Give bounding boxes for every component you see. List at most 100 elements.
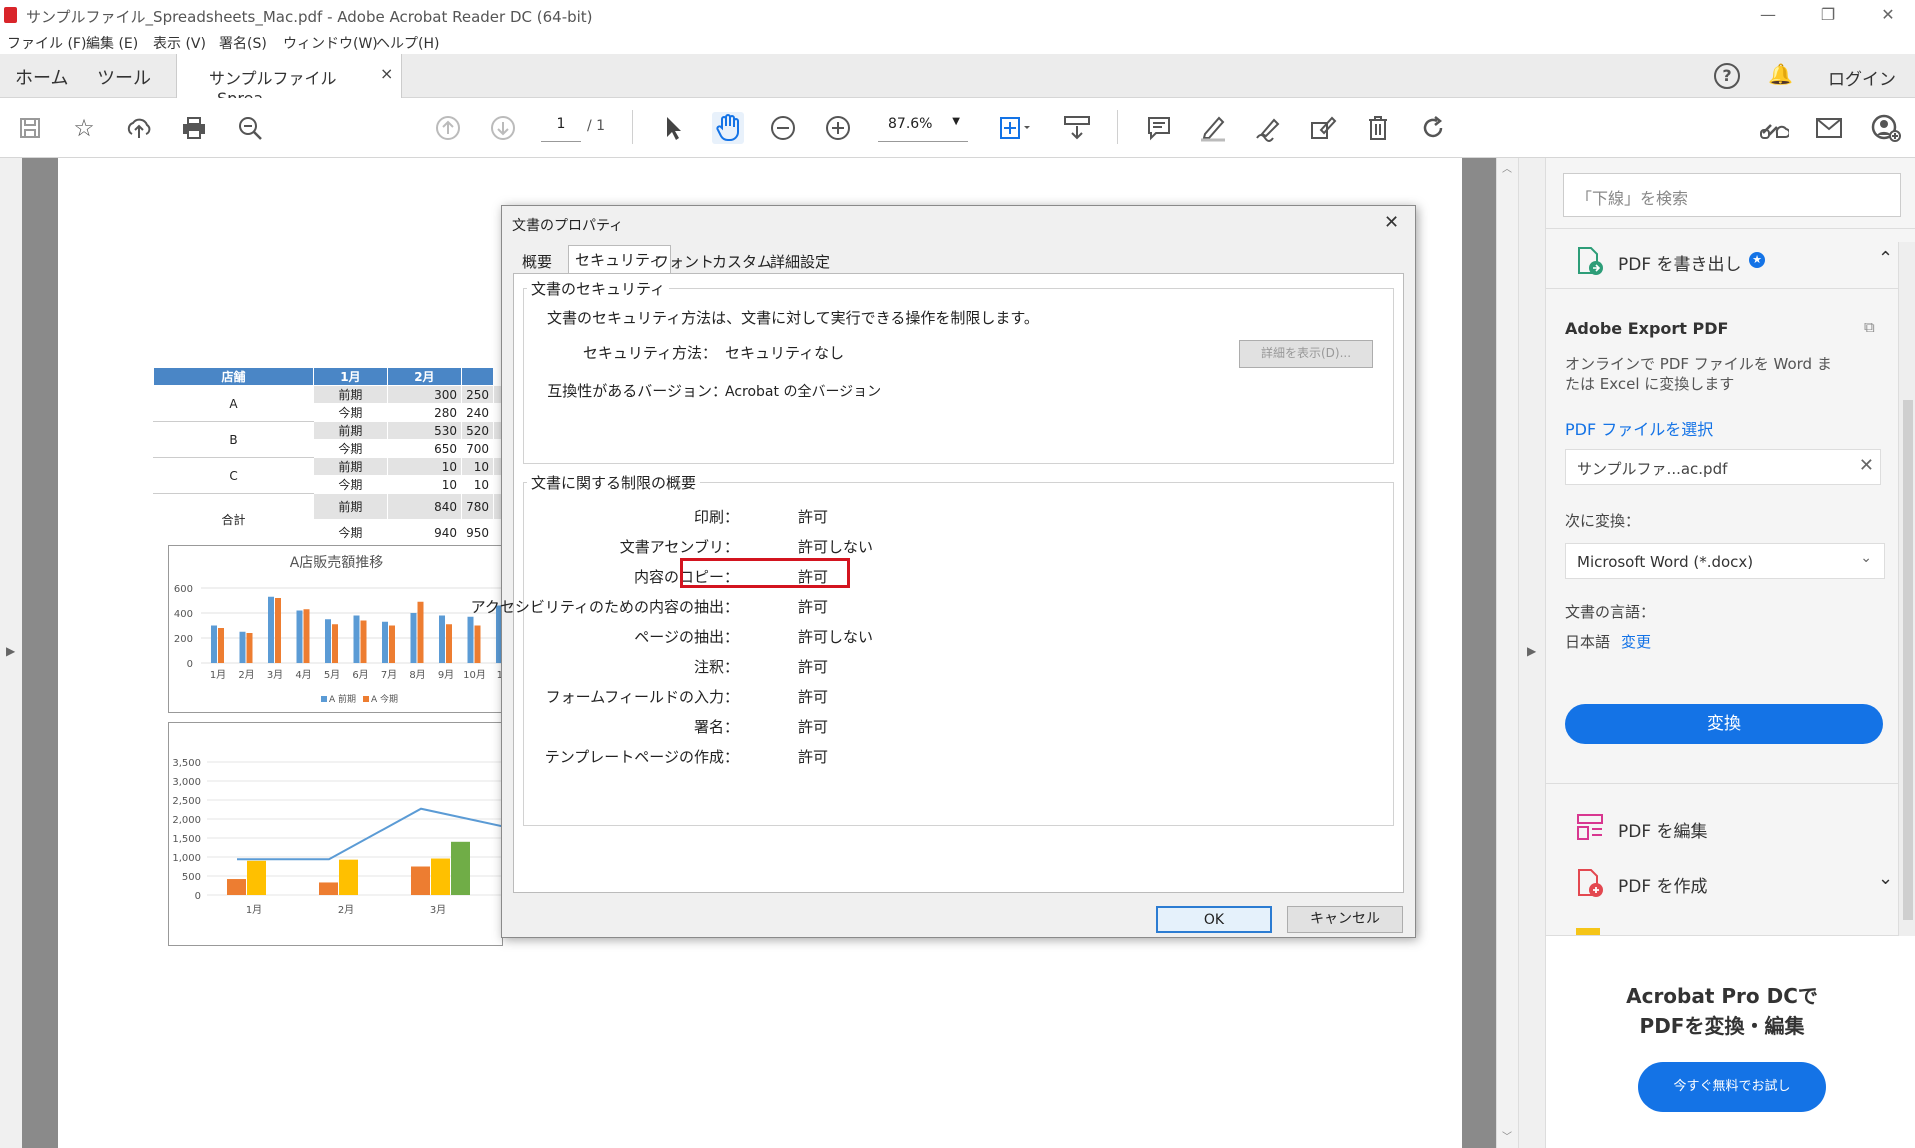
menu-view[interactable]: 表示 (V)	[153, 33, 206, 53]
page-number-input[interactable]: 1	[541, 116, 581, 142]
panel-scroll-thumb[interactable]	[1903, 400, 1913, 920]
x-tick-label: 4月	[295, 669, 311, 681]
add-user-icon[interactable]	[1870, 112, 1902, 144]
bar	[360, 620, 367, 663]
bar	[239, 631, 246, 663]
restriction-label: 注釈：	[693, 658, 739, 676]
tab-home[interactable]: ホーム	[15, 64, 68, 90]
compatibility-label: 互換性があるバージョン：	[547, 382, 727, 400]
edit-pdf-tool[interactable]: PDF を編集	[1618, 817, 1708, 842]
prev-page-icon[interactable]	[432, 112, 464, 144]
maximize-button[interactable]: ❐	[1808, 2, 1848, 28]
next-page-icon[interactable]	[487, 112, 519, 144]
security-method-value: セキュリティなし	[725, 344, 845, 362]
restriction-label: 文書アセンブリ：	[619, 538, 739, 556]
scroll-up-icon[interactable]: ︿	[1502, 160, 1512, 175]
bar	[353, 615, 360, 663]
legend-label: A 前期	[329, 693, 356, 705]
x-tick-label: 2月	[238, 669, 254, 681]
chevron-down-icon[interactable]: ⌄	[1878, 868, 1893, 889]
left-panel-toggle-strip[interactable]: ▶	[0, 158, 22, 1148]
y-tick-label: 3,000	[172, 777, 201, 788]
scroll-mode-icon[interactable]	[1060, 112, 1094, 144]
minimize-button[interactable]: —	[1748, 2, 1788, 28]
convert-button[interactable]: 変換	[1565, 704, 1883, 744]
create-pdf-tool[interactable]: PDF を作成	[1618, 872, 1708, 897]
vertical-scrollbar[interactable]: ︿ ﹀	[1496, 158, 1518, 1148]
edit-pdf-icon	[1576, 813, 1604, 845]
promo-line-1: Acrobat Pro DCで	[1626, 984, 1818, 1008]
zoom-level-select[interactable]: 87.6% ▼	[878, 116, 968, 142]
stamp-edit-icon[interactable]	[1307, 112, 1339, 144]
tab-advanced[interactable]: 詳細設定	[764, 248, 836, 272]
change-language-link[interactable]: 変更	[1621, 631, 1651, 652]
restriction-value: 許可	[798, 508, 829, 526]
draw-icon[interactable]	[1252, 112, 1284, 144]
zoom-out-icon[interactable]	[767, 112, 799, 144]
y-tick-label: 3,500	[172, 758, 201, 769]
page-total: / 1	[587, 118, 606, 134]
restrictions-group	[523, 482, 1394, 826]
menu-help[interactable]: ヘルプ(H)	[376, 33, 439, 53]
restriction-label: アクセシビリティのための内容の抽出：	[470, 598, 739, 616]
create-pdf-icon	[1576, 868, 1604, 902]
panel-scrollbar[interactable]	[1898, 242, 1915, 936]
bar	[303, 609, 310, 663]
close-window-button[interactable]: ✕	[1868, 2, 1908, 28]
collapse-right-icon[interactable]: ▶	[1527, 644, 1536, 658]
trash-icon[interactable]	[1362, 112, 1394, 144]
x-tick-label: 1月	[246, 904, 262, 916]
selected-file-field: サンプルファ...ac.pdf ✕	[1565, 449, 1881, 485]
highlight-icon[interactable]	[1197, 112, 1229, 144]
tab-tools[interactable]: ツール	[97, 64, 151, 90]
dialog-close-icon[interactable]: ✕	[1384, 212, 1399, 233]
convert-format-select[interactable]: Microsoft Word (*.docx) ⌄	[1565, 543, 1885, 579]
restriction-label: 印刷：	[693, 508, 739, 526]
toolbar: ☆ 1 / 1 87.6% ▼	[0, 98, 1915, 158]
select-cursor-icon[interactable]	[657, 112, 689, 144]
pdf-file-icon	[4, 7, 17, 23]
expand-left-icon[interactable]: ▶	[6, 644, 15, 658]
tab-summary[interactable]: 概要	[516, 248, 558, 272]
select-pdf-link[interactable]: PDF ファイルを選択	[1565, 416, 1713, 440]
comment-icon[interactable]	[1143, 112, 1175, 144]
upload-cloud-icon[interactable]	[123, 112, 155, 144]
x-tick-label: 1月	[210, 669, 226, 681]
ok-button[interactable]: OK	[1156, 906, 1272, 933]
zoom-in-icon[interactable]	[822, 112, 854, 144]
print-icon[interactable]	[178, 112, 210, 144]
zoom-search-icon[interactable]	[234, 112, 266, 144]
legend-swatch	[363, 696, 369, 702]
email-icon[interactable]	[1813, 112, 1845, 144]
copy-icon[interactable]: ⧉	[1864, 318, 1875, 336]
menu-file[interactable]: ファイル (F)	[7, 33, 86, 53]
remove-file-icon[interactable]: ✕	[1859, 455, 1874, 476]
menu-window[interactable]: ウィンドウ(W)	[283, 33, 378, 53]
scroll-down-icon[interactable]: ﹀	[1502, 1128, 1512, 1143]
tab-close-icon[interactable]: ×	[380, 64, 393, 83]
y-tick-label: 1,000	[172, 853, 201, 864]
show-details-button[interactable]: 詳細を表示(D)...	[1239, 340, 1373, 368]
save-icon[interactable]	[14, 112, 46, 144]
share-link-icon[interactable]	[1758, 112, 1790, 144]
search-input[interactable]: 「下線」を検索	[1563, 173, 1901, 217]
rotate-icon[interactable]	[1417, 112, 1449, 144]
right-tools-panel: 「下線」を検索 PDF を書き出し ★ ⌃ Adobe Export PDF ⧉…	[1545, 158, 1915, 1148]
menu-edit[interactable]: 編集 (E)	[86, 33, 138, 53]
hand-tool-icon[interactable]	[712, 112, 744, 144]
cancel-button[interactable]: キャンセル	[1287, 906, 1403, 933]
menu-sign[interactable]: 署名(S)	[219, 33, 267, 53]
star-icon[interactable]: ☆	[68, 112, 100, 144]
help-icon[interactable]: ?	[1714, 63, 1740, 89]
window-title: サンプルファイル_Spreadsheets_Mac.pdf - Adobe Ac…	[26, 8, 593, 26]
export-pdf-title[interactable]: PDF を書き出し	[1618, 250, 1742, 275]
chevron-up-icon[interactable]: ⌃	[1878, 248, 1893, 269]
fit-page-icon[interactable]	[995, 112, 1035, 144]
bell-icon[interactable]: 🔔	[1768, 62, 1793, 86]
login-button[interactable]: ログイン	[1828, 65, 1896, 90]
search-placeholder: 「下線」を検索	[1576, 189, 1689, 208]
tab-document[interactable]: サンプルファイル_Sprea... ×	[176, 54, 402, 108]
free-trial-button[interactable]: 今すぐ無料でお試し	[1638, 1062, 1826, 1112]
right-panel-toggle-strip[interactable]: ▶	[1518, 158, 1545, 1148]
bar	[296, 610, 303, 663]
